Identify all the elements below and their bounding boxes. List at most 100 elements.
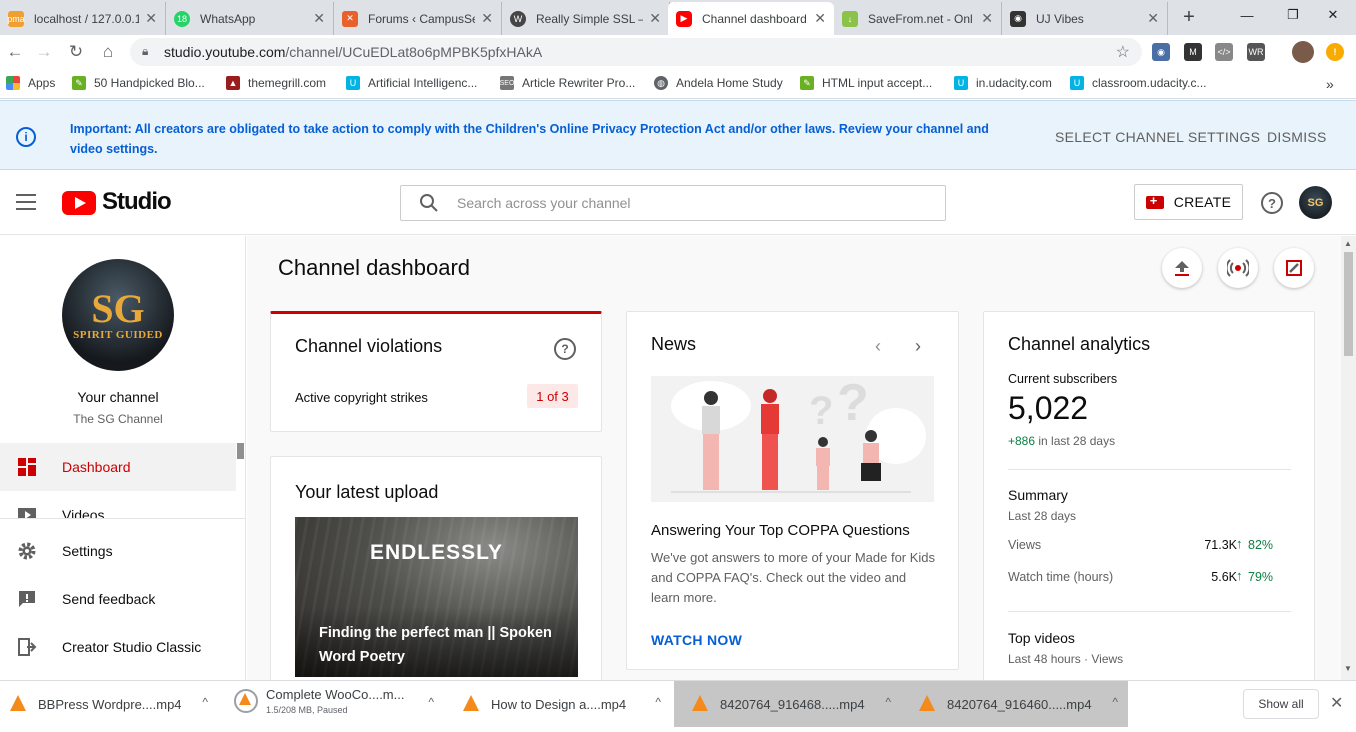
subscribers-delta-value: +886 bbox=[1008, 434, 1036, 448]
summary-title: Summary bbox=[1008, 487, 1068, 503]
udacity-icon: U bbox=[954, 76, 968, 90]
chevron-up-icon[interactable]: ^ bbox=[655, 695, 661, 709]
scroll-down-icon[interactable]: ▼ bbox=[1344, 664, 1352, 673]
bookmark-item[interactable]: SEO Article Rewriter Pro... bbox=[500, 76, 635, 90]
go-live-button[interactable] bbox=[1218, 248, 1258, 288]
divider bbox=[1008, 469, 1291, 470]
bookmark-star-icon[interactable]: ☆ bbox=[1116, 42, 1130, 62]
close-icon[interactable]: ✕ bbox=[481, 10, 493, 27]
bookmark-item[interactable]: ✎ 50 Handpicked Blo... bbox=[72, 76, 205, 90]
download-item[interactable]: 8420764_916460.....mp4 ^ bbox=[901, 681, 1128, 727]
channel-avatar[interactable]: SG SPIRIT GUIDED bbox=[62, 259, 174, 371]
vlc-file-icon bbox=[919, 695, 935, 711]
subscribers-value: 5,022 bbox=[1008, 390, 1089, 426]
browser-tab[interactable]: 18 WhatsApp ✕ bbox=[166, 2, 334, 35]
scroll-up-icon[interactable]: ▲ bbox=[1344, 239, 1352, 248]
strike-count-badge[interactable]: 1 of 3 bbox=[527, 384, 578, 408]
download-item-paused[interactable]: Complete WooCo....m... 1.5/208 MB, Pause… bbox=[226, 681, 444, 727]
select-channel-settings-button[interactable]: SELECT CHANNEL SETTINGS bbox=[1055, 129, 1260, 145]
search-bar[interactable] bbox=[400, 185, 946, 221]
more-bookmarks-button[interactable]: » bbox=[1326, 76, 1334, 92]
chevron-up-icon[interactable]: ^ bbox=[1112, 695, 1118, 709]
watch-now-link[interactable]: WATCH NOW bbox=[651, 632, 742, 648]
svg-text:?: ? bbox=[837, 376, 869, 432]
browser-tab-active[interactable]: ▶ Channel dashboard ✕ bbox=[668, 2, 834, 35]
new-tab-button[interactable]: + bbox=[1176, 4, 1202, 30]
metric-views-change: 82% bbox=[1248, 538, 1274, 552]
extension-icon[interactable]: WR bbox=[1247, 43, 1265, 61]
download-item[interactable]: 8420764_916468.....mp4 ^ bbox=[674, 681, 901, 727]
profile-avatar[interactable] bbox=[1292, 41, 1314, 63]
close-icon[interactable]: ✕ bbox=[1147, 10, 1159, 27]
video-thumbnail[interactable]: ENDLESSLY Finding the perfect man || Spo… bbox=[295, 517, 578, 677]
youtube-icon: ▶ bbox=[676, 10, 692, 27]
sidebar-item-feedback[interactable]: Send feedback bbox=[0, 575, 236, 623]
scrollbar-thumb[interactable] bbox=[1344, 252, 1353, 356]
bookmark-item[interactable]: ✎ HTML input accept... bbox=[800, 76, 932, 90]
chevron-up-icon[interactable]: ^ bbox=[885, 695, 891, 709]
window-close-button[interactable]: ✕ bbox=[1310, 0, 1356, 30]
home-button[interactable]: ⌂ bbox=[97, 41, 119, 63]
chevron-right-icon[interactable]: › bbox=[915, 336, 921, 357]
bookmark-item[interactable]: ▲ themegrill.com bbox=[226, 76, 326, 90]
chevron-up-icon[interactable]: ^ bbox=[428, 695, 434, 709]
chevron-left-icon[interactable]: ‹ bbox=[875, 336, 881, 357]
lock-icon: 🔒︎ bbox=[142, 44, 149, 58]
download-item[interactable]: BBPress Wordpre....mp4 ^ bbox=[0, 681, 218, 727]
address-bar[interactable]: 🔒︎ studio.youtube.com/channel/UCuEDLat8o… bbox=[130, 38, 1142, 66]
bookmark-item[interactable]: U Artificial Intelligenc... bbox=[346, 76, 477, 90]
sidebar-item-settings[interactable]: Settings bbox=[0, 527, 236, 575]
help-icon[interactable]: ? bbox=[554, 338, 576, 360]
close-icon[interactable]: ✕ bbox=[649, 10, 661, 27]
youtube-logo-icon[interactable] bbox=[62, 191, 96, 215]
studio-logo-text[interactable]: Studio bbox=[102, 188, 172, 216]
minimize-button[interactable]: — bbox=[1224, 0, 1270, 30]
download-item[interactable]: How to Design a....mp4 ^ bbox=[453, 681, 671, 727]
page-title: Channel dashboard bbox=[278, 255, 471, 280]
bookmark-apps[interactable]: Apps bbox=[6, 76, 55, 90]
create-post-button[interactable] bbox=[1274, 248, 1314, 288]
help-icon[interactable]: ? bbox=[1261, 192, 1283, 214]
browser-tab[interactable]: ↓ SaveFrom.net - Onl ✕ bbox=[834, 2, 1002, 35]
channel-analytics-card: Channel analytics Current subscribers 5,… bbox=[983, 311, 1315, 680]
browser-tab[interactable]: pma localhost / 127.0.0.1 ✕ bbox=[0, 2, 166, 35]
menu-icon[interactable] bbox=[16, 194, 36, 210]
close-icon[interactable]: ✕ bbox=[981, 10, 993, 27]
sidebar-item-dashboard[interactable]: Dashboard bbox=[0, 443, 236, 491]
show-all-button[interactable]: Show all bbox=[1243, 689, 1319, 719]
whatsapp-icon: 18 bbox=[174, 10, 190, 27]
close-icon[interactable]: ✕ bbox=[145, 10, 157, 27]
your-channel-label[interactable]: Your channel bbox=[0, 389, 236, 405]
browser-tab[interactable]: W Really Simple SSL – ✕ bbox=[502, 2, 670, 35]
sidebar-bottom: Settings Send feedback Creator Studio Cl… bbox=[0, 519, 245, 680]
vlc-file-icon bbox=[463, 695, 479, 711]
close-icon[interactable]: ✕ bbox=[814, 10, 826, 27]
arrow-up-icon: ↑ bbox=[1236, 568, 1243, 583]
chevron-up-icon[interactable]: ^ bbox=[202, 695, 208, 709]
bookmark-item[interactable]: ◍ Andela Home Study bbox=[654, 76, 783, 90]
close-icon[interactable]: ✕ bbox=[313, 10, 325, 27]
news-illustration[interactable]: ? ? bbox=[651, 376, 934, 502]
news-title: News bbox=[651, 334, 697, 354]
back-button[interactable]: ← bbox=[4, 41, 26, 63]
close-downloads-icon[interactable]: ✕ bbox=[1330, 693, 1343, 713]
update-icon[interactable]: ! bbox=[1326, 43, 1344, 61]
extension-icon[interactable]: </> bbox=[1215, 43, 1233, 61]
bookmark-item[interactable]: U in.udacity.com bbox=[954, 76, 1052, 90]
extension-icon[interactable]: M bbox=[1184, 43, 1202, 61]
extension-icon[interactable]: ◉ bbox=[1152, 43, 1170, 61]
dismiss-button[interactable]: DISMISS bbox=[1267, 129, 1327, 145]
browser-tab[interactable]: ◉ UJ Vibes ✕ bbox=[1002, 2, 1168, 35]
forward-button[interactable]: → bbox=[33, 41, 55, 63]
upload-button[interactable] bbox=[1162, 248, 1202, 288]
reload-button[interactable]: ↻ bbox=[65, 41, 87, 63]
create-button[interactable]: CREATE bbox=[1134, 184, 1243, 220]
search-input[interactable] bbox=[457, 195, 907, 211]
bookmark-item[interactable]: U classroom.udacity.c... bbox=[1070, 76, 1206, 90]
browser-tab[interactable]: ✕ Forums ‹ CampusSell ✕ bbox=[334, 2, 502, 35]
sidebar-scrollbar[interactable] bbox=[237, 443, 244, 459]
account-avatar[interactable]: SG bbox=[1299, 186, 1332, 219]
sidebar-item-creator-studio-classic[interactable]: Creator Studio Classic bbox=[0, 623, 236, 671]
news-card: News ‹ › ? ? Answering Your Top COPPA Qu… bbox=[626, 311, 959, 670]
page-scrollbar[interactable]: ▲ ▼ bbox=[1341, 236, 1356, 680]
